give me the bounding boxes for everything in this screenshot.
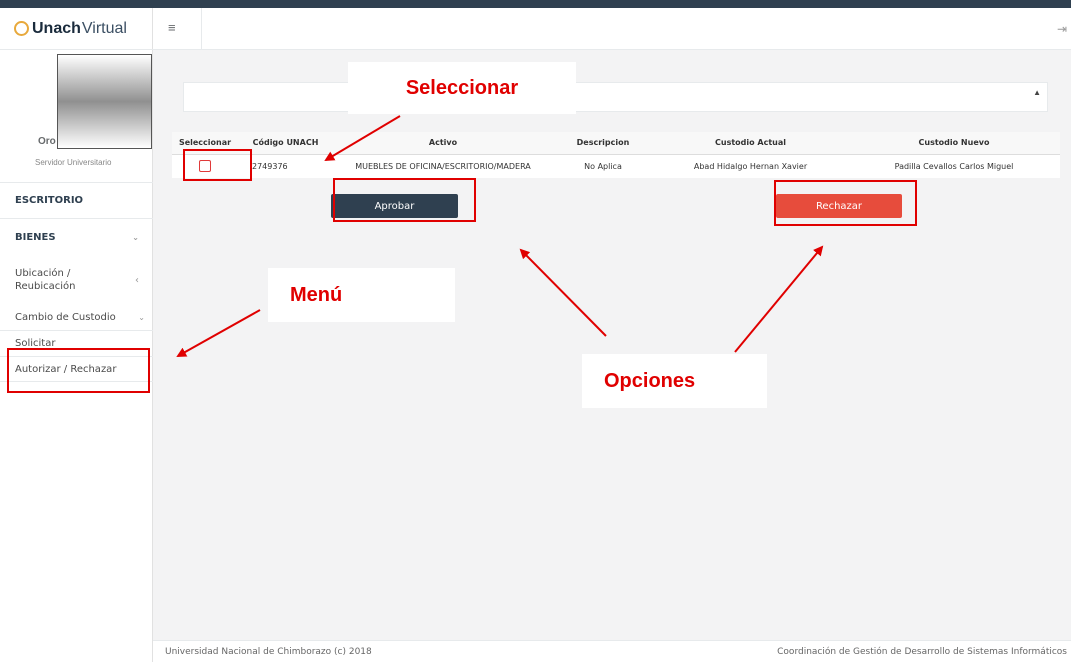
sidebar-item-ubicacion[interactable]: Ubicación / Reubicación ‹ xyxy=(0,256,153,304)
column-header: Custodio Actual xyxy=(653,132,848,155)
annotation-box-checkbox xyxy=(183,149,252,181)
user-name: Oro xyxy=(38,136,56,147)
callout-opciones: Opciones xyxy=(582,354,767,408)
user-role: Servidor Universitario xyxy=(35,158,112,167)
brand-logo[interactable]: Unach Virtual xyxy=(0,8,153,50)
callout-seleccionar: Seleccionar xyxy=(348,62,576,114)
column-header: Activo xyxy=(333,132,553,155)
sidebar-item-label: Cambio de Custodio xyxy=(15,311,116,323)
footer-left: Universidad Nacional de Chimborazo (c) 2… xyxy=(165,647,372,657)
top-band xyxy=(0,0,1071,8)
sidebar-item-label: ESCRITORIO xyxy=(15,195,84,206)
annotation-box-reject xyxy=(774,180,917,226)
sidebar: Unach Virtual Oro Servidor Universitario … xyxy=(0,8,153,662)
activo-cell: MUEBLES DE OFICINA/ESCRITORIO/MADERA xyxy=(355,161,531,171)
custodio-nuevo-cell: Padilla Cevallos Carlos Miguel xyxy=(894,161,1014,171)
arrow-to-approve xyxy=(519,248,607,337)
collapse-icon[interactable]: ▲ xyxy=(1033,88,1041,97)
sidebar-item-label: Ubicación / Reubicación xyxy=(15,268,76,292)
sidebar-item-cambio-custodio[interactable]: Cambio de Custodio ⌄ xyxy=(0,304,153,330)
transfer-table: Seleccionar Código UNACH Activo Descripc… xyxy=(172,132,1060,178)
column-header: Descripcion xyxy=(553,132,653,155)
table-header-row: Seleccionar Código UNACH Activo Descripc… xyxy=(172,132,1060,155)
divider xyxy=(201,8,202,50)
column-header: Custodio Nuevo xyxy=(848,132,1060,155)
logo-mark-icon xyxy=(14,21,29,36)
custodio-actual-cell: Abad Hidalgo Hernan Xavier xyxy=(693,161,808,171)
chevron-left-icon: ‹ xyxy=(135,274,139,286)
sidebar-item-escritorio[interactable]: ESCRITORIO xyxy=(0,182,153,218)
sidebar-item-bienes[interactable]: BIENES ⌄ xyxy=(0,218,153,256)
table-row: 2749376 MUEBLES DE OFICINA/ESCRITORIO/MA… xyxy=(172,154,1060,178)
descripcion-cell: No Aplica xyxy=(584,161,622,171)
footer-right: Coordinación de Gestión de Desarrollo de… xyxy=(777,647,1067,657)
chevron-down-icon: ⌄ xyxy=(138,312,145,322)
logout-icon[interactable]: ⇥ xyxy=(1057,22,1067,36)
codigo-cell: 2749376 xyxy=(252,161,288,171)
annotation-box-approve xyxy=(333,178,476,222)
column-header: Código UNACH xyxy=(238,132,333,155)
brand-light: Virtual xyxy=(81,19,127,37)
arrow-to-reject xyxy=(734,245,824,353)
avatar xyxy=(57,54,152,149)
sidebar-item-label: BIENES xyxy=(15,232,56,243)
arrow-to-menu xyxy=(176,309,261,357)
brand-bold: Unach xyxy=(32,19,81,37)
annotation-box-menu-item xyxy=(7,348,150,393)
footer: Universidad Nacional de Chimborazo (c) 2… xyxy=(153,640,1071,662)
chevron-down-icon: ⌄ xyxy=(132,233,139,242)
top-header: ≡ ⇥ xyxy=(153,8,1071,50)
hamburger-icon[interactable]: ≡ xyxy=(168,20,176,35)
callout-menu: Menú xyxy=(268,268,455,322)
filter-panel: ▲ xyxy=(183,82,1048,112)
